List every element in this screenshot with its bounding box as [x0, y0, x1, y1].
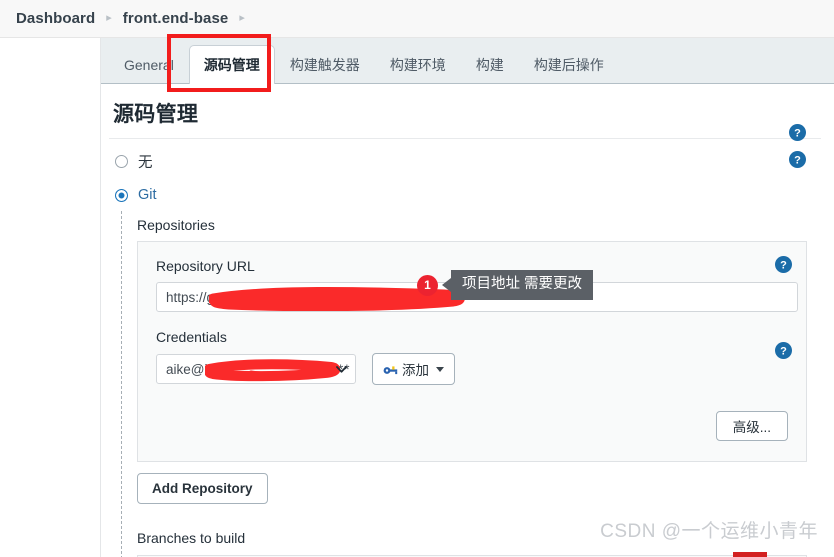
tab-general[interactable]: General — [109, 45, 189, 83]
credentials-select[interactable]: aike@i **** — [156, 354, 356, 384]
radio-git-icon[interactable] — [115, 188, 128, 202]
repositories-label: Repositories — [137, 217, 215, 233]
git-scm-block: Repositories ? Repository URL https://g — [121, 211, 834, 557]
credentials-label: Credentials — [156, 329, 227, 345]
credentials-row: aike@i **** 添加 — [156, 353, 788, 385]
breadcrumb-item-dashboard[interactable]: Dashboard — [16, 10, 95, 27]
scm-option-none[interactable]: 无 — [115, 149, 834, 173]
scm-section: 源码管理 无 Git ? ? Repositories ? Repository… — [101, 84, 834, 557]
breadcrumb-separator-1: ▸ — [106, 12, 112, 24]
svg-text:?: ? — [780, 259, 787, 271]
svg-text:?: ? — [794, 154, 801, 166]
radio-none-icon[interactable] — [115, 154, 128, 168]
repository-url-value: https://g — [166, 289, 215, 305]
caret-down-icon — [436, 366, 444, 372]
chevron-down-icon[interactable] — [336, 362, 347, 377]
bottom-red-marker — [733, 552, 767, 557]
advanced-button[interactable]: 高级... — [715, 411, 788, 441]
jenkins-job-config-page: Dashboard ▸ front.end-base ▸ General 源码管… — [0, 0, 834, 557]
breadcrumb: Dashboard ▸ front.end-base ▸ — [0, 0, 834, 38]
scm-option-none-label: 无 — [138, 154, 153, 171]
tab-post-build-actions[interactable]: 构建后操作 — [519, 45, 619, 83]
breadcrumb-separator-2[interactable]: ▸ — [239, 13, 245, 24]
config-tabbar: General 源码管理 构建触发器 构建环境 构建 构建后操作 — [101, 34, 834, 92]
add-repository-button[interactable]: Add Repository — [137, 473, 268, 504]
annotation-arrow — [442, 278, 451, 293]
help-icon-repositories[interactable]: ? — [789, 151, 806, 168]
tab-build-triggers[interactable]: 构建触发器 — [275, 45, 375, 83]
annotation-text: 项目地址 需要更改 — [451, 270, 594, 301]
tab-build-environment[interactable]: 构建环境 — [375, 45, 461, 83]
branches-to-build-label: Branches to build — [137, 530, 246, 546]
key-icon — [383, 363, 398, 376]
help-icon-repository-url[interactable]: ? — [775, 256, 792, 273]
help-icon-scm[interactable]: ? — [789, 124, 806, 141]
add-credentials-button[interactable]: 添加 — [372, 353, 455, 385]
svg-text:?: ? — [794, 127, 801, 139]
title-divider — [109, 138, 821, 139]
scm-option-git[interactable]: Git — [115, 183, 834, 207]
breadcrumb-item-job[interactable]: front.end-base — [123, 10, 229, 27]
redaction-scribble-credentials — [205, 359, 340, 382]
annotation-callout: 1 项目地址 需要更改 — [417, 270, 594, 301]
scm-option-git-label: Git — [138, 187, 157, 203]
svg-text:?: ? — [780, 345, 787, 357]
credentials-value: aike@i — [166, 361, 208, 377]
add-credentials-label: 添加 — [402, 363, 429, 378]
tab-source-code-management[interactable]: 源码管理 — [188, 45, 275, 84]
advanced-row: 高级... — [156, 411, 788, 441]
annotation-badge: 1 — [417, 274, 438, 296]
help-icon-credentials[interactable]: ? — [775, 342, 792, 359]
tab-build[interactable]: 构建 — [461, 45, 519, 83]
page-title: 源码管理 — [113, 103, 199, 126]
